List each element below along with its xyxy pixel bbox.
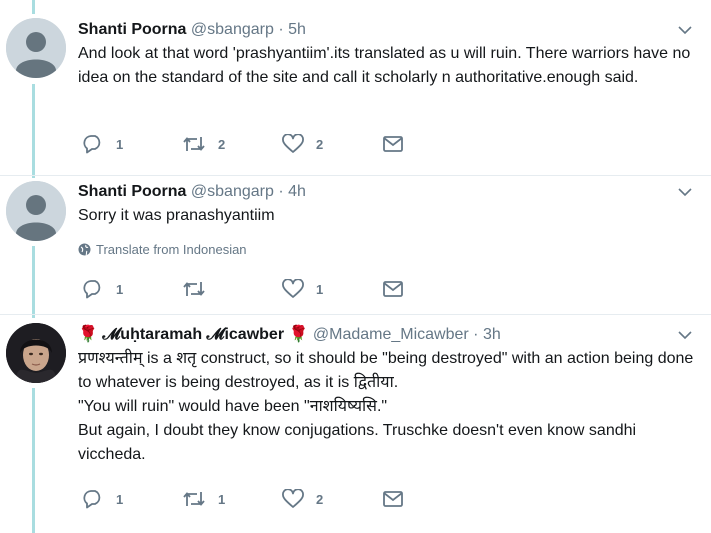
- chevron-down-icon[interactable]: [677, 184, 693, 200]
- globe-icon: [78, 243, 91, 256]
- message-button[interactable]: [382, 279, 482, 299]
- timestamp[interactable]: 5h: [288, 21, 306, 38]
- timestamp[interactable]: 4h: [288, 183, 306, 200]
- reply-count: 1: [116, 136, 124, 152]
- translate-label[interactable]: Translate from Indonesian: [96, 242, 247, 257]
- display-name[interactable]: Shanti Poorna: [78, 21, 186, 38]
- user-handle[interactable]: @sbangarp: [191, 183, 274, 200]
- tweet-header: Shanti Poorna @sbangarp · 5h: [78, 20, 701, 40]
- user-handle[interactable]: @sbangarp: [191, 21, 274, 38]
- tweet[interactable]: Shanti Poorna @sbangarp · 5h And look at…: [0, 0, 711, 174]
- avatar[interactable]: [6, 323, 66, 383]
- retweet-count: 1: [218, 491, 226, 507]
- like-button[interactable]: 2: [282, 134, 382, 154]
- reply-button[interactable]: 1: [82, 279, 182, 299]
- tweet-text: प्रणश्यन्तीम् is a शतृ construct, so it …: [78, 347, 701, 467]
- tweet-text-line: But again, I doubt they know conjugation…: [78, 422, 637, 463]
- chevron-down-icon[interactable]: [677, 22, 693, 38]
- separator: ·: [273, 21, 289, 38]
- like-count: 1: [316, 281, 324, 297]
- translate-link[interactable]: Translate from Indonesian: [78, 242, 701, 257]
- like-count: 2: [316, 136, 324, 152]
- message-icon: [383, 281, 403, 297]
- retweet-icon: [183, 492, 205, 506]
- reply-count: 1: [116, 491, 124, 507]
- separator: ·: [468, 326, 483, 343]
- reply-count: 1: [116, 281, 124, 297]
- tweet-text-line: "You will ruin" would have been "नाशयिष्…: [78, 398, 388, 415]
- tweet[interactable]: Shanti Poorna @sbangarp · 4h Sorry it wa…: [0, 176, 711, 314]
- avatar[interactable]: [6, 18, 66, 78]
- message-button[interactable]: [382, 489, 482, 509]
- message-button[interactable]: [382, 134, 482, 154]
- tweet-header: Shanti Poorna @sbangarp · 4h: [78, 182, 701, 202]
- retweet-icon: [183, 282, 205, 296]
- like-icon: [282, 489, 304, 508]
- retweet-count: 2: [218, 136, 226, 152]
- user-handle[interactable]: @Madame_Micawber: [313, 326, 469, 343]
- like-button[interactable]: 2: [282, 489, 382, 509]
- separator: ·: [273, 183, 289, 200]
- reply-icon: [83, 135, 101, 154]
- reply-icon: [83, 280, 101, 299]
- rose-icon: 🌹: [288, 326, 309, 343]
- retweet-button[interactable]: [182, 279, 282, 299]
- retweet-icon: [183, 137, 205, 151]
- reply-icon: [83, 490, 101, 509]
- message-icon: [383, 136, 403, 152]
- tweet-text: And look at that word 'prashyantiim'.its…: [78, 45, 691, 86]
- tweet-text-line: प्रणश्यन्तीम् is a शतृ construct, so it …: [78, 350, 694, 391]
- retweet-button[interactable]: 1: [182, 489, 282, 509]
- retweet-button[interactable]: 2: [182, 134, 282, 154]
- like-icon: [282, 279, 304, 298]
- like-icon: [282, 134, 304, 153]
- tweet-header: 🌹 𝓜uḥtaramah 𝓜icawber 🌹 @Madame_Micawber…: [78, 325, 701, 345]
- avatar[interactable]: [6, 181, 66, 241]
- tweet[interactable]: 🌹 𝓜uḥtaramah 𝓜icawber 🌹 @Madame_Micawber…: [0, 315, 711, 533]
- like-count: 2: [316, 491, 324, 507]
- rose-icon: 🌹: [78, 326, 98, 343]
- chevron-down-icon[interactable]: [677, 327, 693, 343]
- display-name[interactable]: Shanti Poorna: [78, 183, 186, 200]
- reply-button[interactable]: 1: [82, 489, 182, 509]
- display-name[interactable]: 𝓜uḥtaramah 𝓜icawber: [102, 326, 284, 343]
- tweet-text: Sorry it was pranashyantiim: [78, 207, 275, 224]
- like-button[interactable]: 1: [282, 279, 382, 299]
- message-icon: [383, 491, 403, 507]
- reply-button[interactable]: 1: [82, 134, 182, 154]
- timestamp[interactable]: 3h: [483, 326, 501, 343]
